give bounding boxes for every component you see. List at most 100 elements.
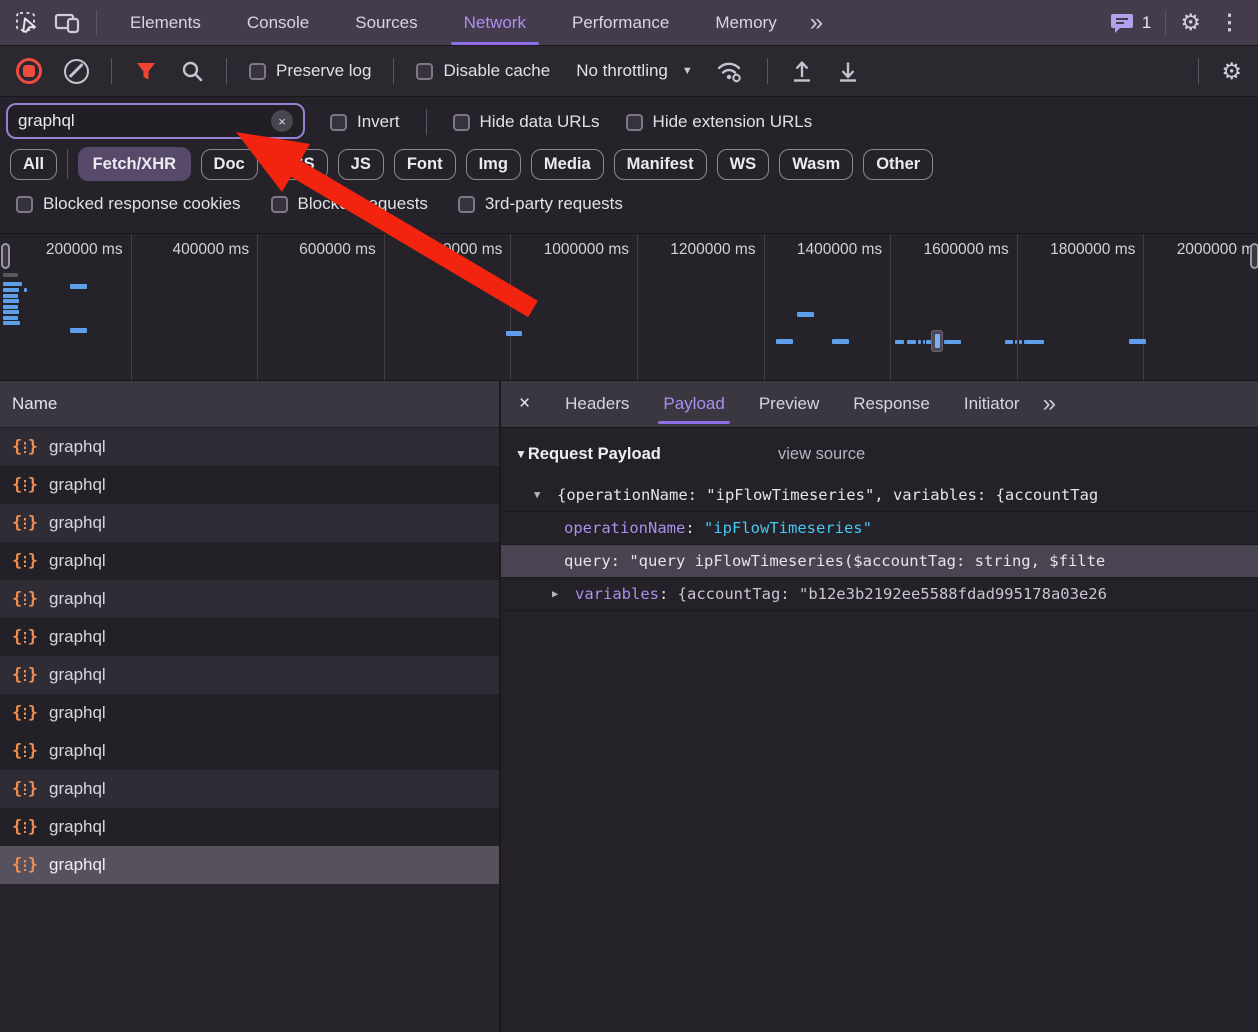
- checkbox[interactable]: [458, 196, 475, 213]
- chip-js[interactable]: JS: [338, 149, 384, 180]
- request-row[interactable]: {}graphql: [0, 732, 499, 770]
- tab-memory[interactable]: Memory: [692, 0, 799, 45]
- detail-tab-response[interactable]: Response: [836, 381, 947, 427]
- chip-media[interactable]: Media: [531, 149, 604, 180]
- tl-handle-left[interactable]: [1, 243, 10, 269]
- chip-font[interactable]: Font: [394, 149, 456, 180]
- request-row[interactable]: {}graphql: [0, 466, 499, 504]
- settings-gear-icon[interactable]: ⚙: [1180, 11, 1201, 34]
- hide-data-urls-checkbox[interactable]: Hide data URLs: [453, 112, 600, 132]
- payload-tree-row[interactable]: ▼{operationName: "ipFlowTimeseries", var…: [501, 480, 1258, 511]
- collapse-triangle-icon[interactable]: ▼: [515, 447, 527, 461]
- inspect-element-icon[interactable]: [14, 10, 40, 36]
- network-conditions-icon[interactable]: [715, 58, 745, 84]
- issues-icon[interactable]: 1: [1110, 12, 1151, 34]
- checkbox[interactable]: [416, 63, 433, 80]
- request-row[interactable]: {}graphql: [0, 618, 499, 656]
- network-settings-gear-icon[interactable]: ⚙: [1221, 60, 1242, 83]
- view-source-link[interactable]: view source: [778, 445, 865, 464]
- waterfall-bar: [1024, 340, 1044, 344]
- search-icon[interactable]: [180, 59, 204, 83]
- tab-network[interactable]: Network: [441, 0, 549, 45]
- export-har-icon[interactable]: [836, 58, 860, 84]
- checkbox[interactable]: [626, 114, 643, 131]
- checkbox[interactable]: [271, 196, 288, 213]
- chip-wasm[interactable]: Wasm: [779, 149, 853, 180]
- tab-performance[interactable]: Performance: [549, 0, 692, 45]
- tab-console[interactable]: Console: [224, 0, 332, 45]
- invert-checkbox[interactable]: Invert: [330, 112, 400, 132]
- chip-img[interactable]: Img: [466, 149, 521, 180]
- hide-data-urls-label: Hide data URLs: [480, 112, 600, 132]
- chip-css[interactable]: CSS: [268, 149, 328, 180]
- blocked-response-cookies-checkbox[interactable]: Blocked response cookies: [16, 194, 241, 214]
- clear-network-log-icon[interactable]: [64, 59, 89, 84]
- more-panels-icon[interactable]: »: [800, 9, 831, 37]
- record-network-log-icon[interactable]: [16, 58, 42, 84]
- request-row[interactable]: {}graphql: [0, 656, 499, 694]
- import-har-icon[interactable]: [790, 58, 814, 84]
- chevron-down-icon: ▼: [682, 65, 693, 77]
- request-row[interactable]: {} graphql: [0, 542, 499, 580]
- network-filter-input-box[interactable]: ×: [6, 103, 305, 139]
- request-name: graphql: [49, 703, 106, 723]
- close-details-icon[interactable]: ×: [501, 393, 548, 415]
- payload-text-segment: query: [564, 552, 611, 570]
- device-toolbar-icon[interactable]: [54, 11, 82, 35]
- tick-label: 600000 ms: [266, 241, 376, 259]
- payload-text-segment: :: [611, 552, 630, 570]
- chip-manifest[interactable]: Manifest: [614, 149, 707, 180]
- request-row[interactable]: {}graphql: [0, 580, 499, 618]
- checkbox[interactable]: [330, 114, 347, 131]
- chip-ws[interactable]: WS: [717, 149, 770, 180]
- request-row[interactable]: {}graphql: [0, 846, 499, 884]
- filter-text-input[interactable]: [18, 111, 271, 131]
- expanded-triangle-icon[interactable]: ▼: [534, 480, 540, 511]
- request-row[interactable]: {}graphql: [0, 808, 499, 846]
- 3rd-party-requests-checkbox[interactable]: 3rd-party requests: [458, 194, 623, 214]
- tab-elements[interactable]: Elements: [107, 0, 224, 45]
- detail-tab-headers[interactable]: Headers: [548, 381, 646, 427]
- waterfall-bar: [1129, 339, 1146, 344]
- json-icon: {}: [12, 551, 38, 571]
- tick-label: 1000000 ms: [519, 241, 629, 259]
- chip-all[interactable]: All: [10, 149, 57, 180]
- collapsed-triangle-icon[interactable]: ▶: [552, 578, 558, 610]
- disable-cache-checkbox[interactable]: Disable cache: [416, 61, 550, 81]
- detail-tab-payload[interactable]: Payload: [646, 381, 741, 427]
- checkbox[interactable]: [249, 63, 266, 80]
- request-row[interactable]: {}graphql: [0, 694, 499, 732]
- main-menu-kebab-icon[interactable]: ⋮: [1215, 10, 1244, 35]
- checkbox[interactable]: [453, 114, 470, 131]
- payload-tree-row[interactable]: operationName: "ipFlowTimeseries": [501, 511, 1258, 544]
- detail-tab-initiator[interactable]: Initiator: [947, 381, 1037, 427]
- request-row[interactable]: {}graphql: [0, 428, 499, 466]
- request-row[interactable]: {}graphql: [0, 504, 499, 542]
- chip-other[interactable]: Other: [863, 149, 933, 180]
- hide-extension-urls-checkbox[interactable]: Hide extension URLs: [626, 112, 813, 132]
- request-name: graphql: [49, 741, 106, 761]
- tab-sources[interactable]: Sources: [332, 0, 440, 45]
- request-name: graphql: [49, 551, 106, 571]
- name-column-header[interactable]: Name: [0, 381, 499, 428]
- chip-fetch-xhr[interactable]: Fetch/XHR: [78, 147, 190, 181]
- payload-tree-row[interactable]: ▶variables: {accountTag: "b12e3b2192ee55…: [501, 577, 1258, 610]
- tl-handle-right[interactable]: [1250, 243, 1258, 269]
- detail-tab-preview[interactable]: Preview: [742, 381, 836, 427]
- request-row[interactable]: {}graphql: [0, 770, 499, 808]
- blocked-requests-checkbox[interactable]: Blocked requests: [271, 194, 428, 214]
- filter-icon[interactable]: [134, 59, 158, 83]
- devtools-top-bar: ElementsConsoleSourcesNetworkPerformance…: [0, 0, 1258, 46]
- clear-filter-icon[interactable]: ×: [271, 110, 293, 132]
- throttling-select[interactable]: No throttling ▼: [576, 61, 693, 81]
- preserve-log-checkbox[interactable]: Preserve log: [249, 61, 371, 81]
- request-details-panel: × HeadersPayloadPreviewResponseInitiator…: [501, 381, 1258, 1032]
- more-detail-tabs-icon[interactable]: »: [1037, 390, 1060, 418]
- payload-tree-row[interactable]: query: "query ipFlowTimeseries($accountT…: [501, 544, 1258, 577]
- overview-timeline[interactable]: 200000 ms400000 ms600000 ms800000 ms1000…: [0, 234, 1258, 381]
- json-icon: {}: [12, 513, 38, 533]
- waterfall-bar: [944, 340, 961, 344]
- chip-doc[interactable]: Doc: [201, 149, 258, 180]
- waterfall-bar: [923, 340, 925, 344]
- checkbox[interactable]: [16, 196, 33, 213]
